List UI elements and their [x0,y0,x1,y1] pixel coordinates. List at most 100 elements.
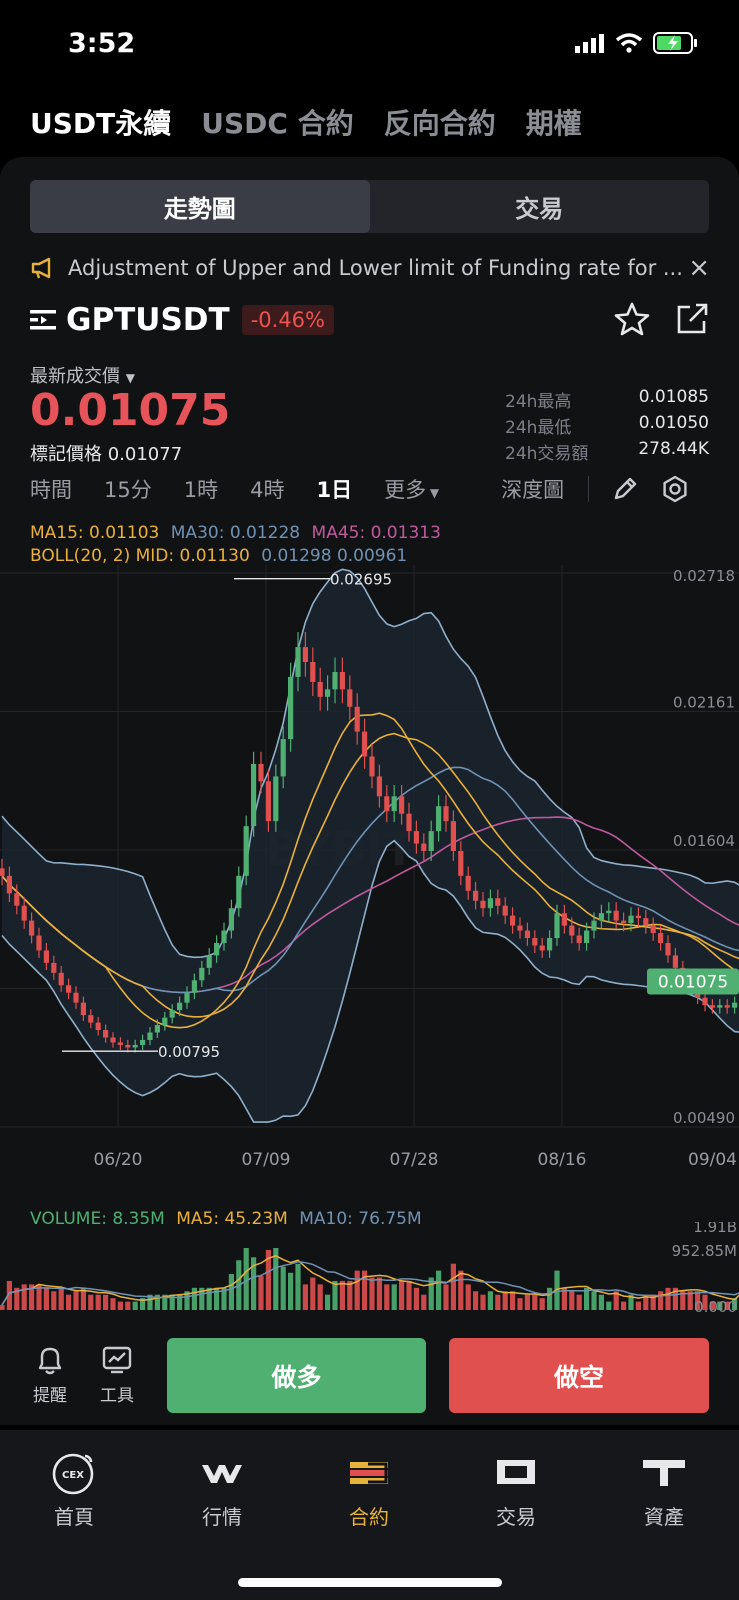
nav-market[interactable]: 行情 [162,1450,282,1530]
candle-body [458,850,464,876]
candle-body [177,1002,183,1011]
y-tick-label: 0.01604 [673,832,735,850]
tf-4h[interactable]: 4時 [250,474,284,504]
nav-assets[interactable]: 資產 [604,1450,724,1530]
tools-label: 工具 [100,1386,134,1406]
signal-icon [575,34,604,53]
tf-1d[interactable]: 1日 [316,474,352,504]
candle-body [709,1005,715,1008]
settings-icon[interactable] [661,475,689,503]
y-tick-label: 0.02161 [673,694,735,712]
assets-icon [643,1460,685,1486]
candle-body [436,806,442,832]
symbol-row[interactable]: GPTUSDT -0.46% [30,302,334,338]
share-icon[interactable] [676,303,709,335]
volume-bar [132,1301,138,1310]
candle-body [206,955,212,968]
candle-body [29,920,35,936]
tab-inverse-contract[interactable]: 反向合約 [384,102,496,142]
star-icon[interactable] [614,302,650,336]
tf-1h[interactable]: 1時 [184,474,218,504]
divider [588,476,590,502]
candle-body [539,945,545,951]
volume-chart[interactable]: 1.91B 952.85M 0.000 [0,1222,739,1314]
candle-body [184,992,190,1003]
nav-trade[interactable]: 交易 [456,1450,576,1530]
volume-bar [421,1294,427,1310]
candle-body [51,962,57,973]
volume-bar [524,1294,530,1310]
volume-bar [591,1291,597,1310]
tab-options[interactable]: 期權 [526,102,582,142]
tab-usdc-contract[interactable]: USDC 合約 [201,102,353,142]
candle-body [406,813,412,832]
candlestick-chart[interactable]: BYBIT0.027180.021610.016040.010470.00490… [0,565,739,1190]
long-button[interactable]: 做多 [167,1338,426,1413]
candle-body [717,1005,723,1008]
tf-more[interactable]: 更多 ▼ [384,474,439,504]
nav-contracts[interactable]: 合約 [309,1450,429,1530]
candle-body [635,915,641,919]
volume-bar [517,1298,523,1310]
ma15-value: MA15: 0.01103 [30,523,160,543]
volume-bar [43,1287,49,1310]
volume-bar [206,1287,212,1310]
candle-body [162,1017,168,1026]
x-tick-label: 09/04 [688,1150,737,1170]
close-icon[interactable]: × [688,253,710,283]
candle-body [584,930,590,943]
tf-time[interactable]: 時間 [30,474,72,504]
volume-bar [532,1294,538,1310]
candle-body [132,1044,138,1048]
candle-body [265,781,271,822]
candle-body [103,1030,109,1038]
candle-body [339,671,345,690]
candle-body [591,920,597,931]
volume-bar [598,1294,604,1310]
announcement-bar[interactable]: Adjustment of Upper and Lower limit of F… [30,250,710,286]
candle-body [554,913,560,939]
tab-usdt-perpetual[interactable]: USDT永續 [30,102,171,142]
contract-type-tabs: USDT永續 USDC 合約 反向合約 期權 [30,102,582,142]
volume-bar [66,1294,72,1310]
boll-legend: BOLL(20, 2) MID: 0.01130 0.01298 0.00961 [30,546,407,566]
candle-body [502,905,508,916]
tf-15m[interactable]: 15分 [104,474,152,504]
nav-home-label: 首頁 [54,1505,94,1529]
volume-bar [539,1298,545,1310]
candle-body [0,868,5,876]
stat-value: 0.01050 [638,413,709,433]
ma-legend: MA15: 0.01103 MA30: 0.01228 MA45: 0.0131… [30,523,441,543]
alert-button[interactable]: 提醒 [28,1344,72,1406]
volume-bar [347,1280,353,1310]
short-button[interactable]: 做空 [449,1338,709,1413]
announcement-text: Adjustment of Upper and Lower limit of F… [68,256,683,280]
candle-body [110,1037,116,1043]
wifi-icon [615,33,643,53]
candle-body [169,1010,175,1018]
segment-trade[interactable]: 交易 [370,180,710,233]
menu-list-icon [30,310,56,330]
candle-body [376,776,382,797]
candle-body [214,942,220,956]
volume-bar [391,1284,397,1310]
segment-chart[interactable]: 走勢圖 [30,180,370,233]
candle-body [413,831,419,844]
pencil-icon[interactable] [611,475,639,503]
volume-bar [302,1284,308,1310]
depth-chart-tab[interactable]: 深度圖 [501,474,564,504]
candle-body [613,910,619,921]
candle-body [58,972,64,986]
tools-button[interactable]: 工具 [95,1344,139,1406]
candle-body [199,967,205,981]
volume-bar [21,1284,27,1310]
nav-home[interactable]: CEX 首頁 [14,1450,134,1530]
battery-icon [653,32,697,54]
low-marker-label: 0.00795 [158,1043,220,1061]
y-tick-label: 0.02718 [673,567,735,585]
candle-body [288,676,294,740]
symbol-name: GPTUSDT [66,302,230,338]
status-icons [575,32,699,54]
candle-body [243,826,249,876]
volume-bar [413,1287,419,1310]
